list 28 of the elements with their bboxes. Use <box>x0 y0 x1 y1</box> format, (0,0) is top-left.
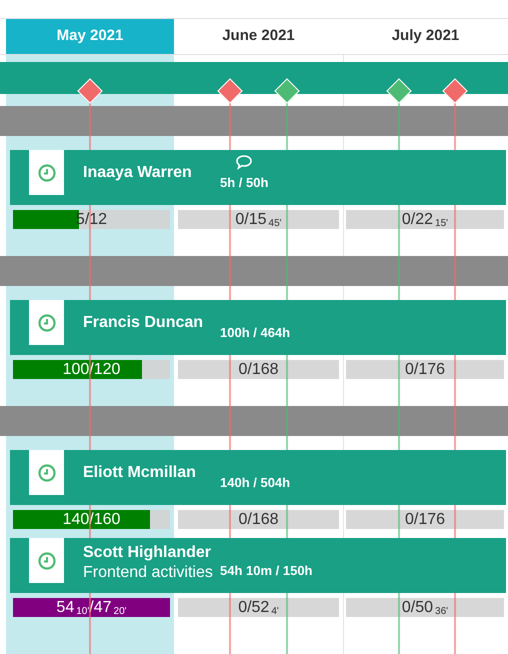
person-name: Inaaya Warren <box>83 163 193 183</box>
hours-ratio: 0/168 <box>238 362 279 378</box>
hours-ratio: 54$_{10'}$/47$_{20'}$ <box>56 600 127 616</box>
clock-icon <box>38 464 56 482</box>
hours-ratio: 0/168 <box>238 512 279 528</box>
hours-summary: 100h / 464h <box>220 325 290 341</box>
clock-icon <box>38 164 56 182</box>
person-card[interactable]: Eliott Mcmillan 140h / 504h <box>10 450 506 505</box>
hours-ratio: 0/52$_{4'}$ <box>238 600 279 616</box>
hours-ratio: 0/50$_{36'}$ <box>402 600 448 616</box>
hours-summary: 54h 10m / 150h <box>220 563 312 579</box>
activity-label: Frontend activities <box>83 563 214 583</box>
hours-ratio: 0/15$_{45'}$ <box>235 212 282 228</box>
hours-ratio: 0/176 <box>404 362 446 378</box>
hours-ratio: 0/22$_{15'}$ <box>402 212 448 228</box>
clock-icon <box>38 314 56 332</box>
person-name: Eliott Mcmillan <box>83 463 197 483</box>
hours-summary: 140h / 504h <box>220 475 290 491</box>
clock-icon <box>38 552 56 570</box>
hours-ratio: 0/176 <box>404 512 446 528</box>
month-tab[interactable]: May 2021 <box>6 19 174 54</box>
person-card[interactable]: Inaaya Warren 5h / 50h <box>10 150 506 205</box>
person-card[interactable]: Francis Duncan 100h / 464h <box>10 300 506 355</box>
person-card[interactable]: Scott Highlander Frontend activities 54h 10m / 150h <box>10 538 506 593</box>
comment-icon[interactable] <box>235 154 254 170</box>
person-name: Francis Duncan <box>83 313 204 333</box>
person-name: Scott Highlander <box>83 543 212 563</box>
hours-summary: 5h / 50h <box>220 175 268 191</box>
